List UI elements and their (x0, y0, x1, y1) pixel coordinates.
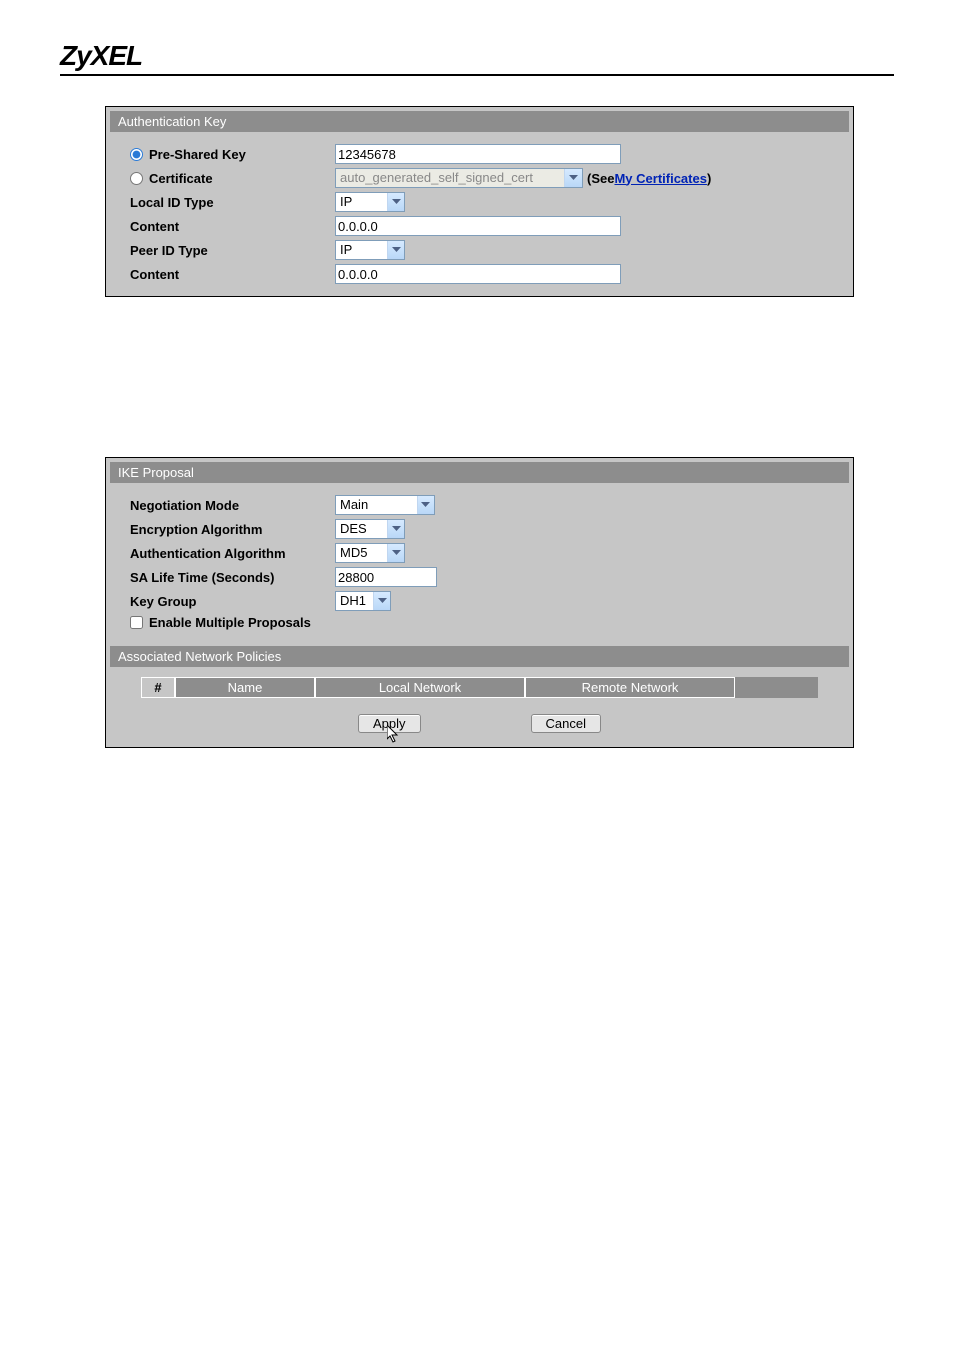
authentication-algorithm-label: Authentication Algorithm (130, 546, 335, 561)
associated-network-policies-header: Associated Network Policies (110, 646, 849, 667)
encryption-algorithm-label: Encryption Algorithm (130, 522, 335, 537)
see-my-certificates-prefix: (See (587, 171, 614, 186)
enable-multiple-proposals-label[interactable]: Enable Multiple Proposals (130, 615, 311, 630)
enable-multiple-proposals-checkbox[interactable] (130, 616, 143, 629)
local-id-type-select[interactable]: IP (335, 192, 405, 212)
local-content-label: Content (130, 219, 335, 234)
sa-life-time-label: SA Life Time (Seconds) (130, 570, 335, 585)
negotiation-mode-label: Negotiation Mode (130, 498, 335, 513)
peer-content-input[interactable] (335, 264, 621, 284)
negotiation-mode-select[interactable]: Main (335, 495, 435, 515)
authentication-algorithm-select[interactable]: MD5 (335, 543, 405, 563)
certificate-radio[interactable] (130, 172, 143, 185)
col-remote-network: Remote Network (525, 677, 735, 698)
negotiation-mode-value: Main (336, 496, 417, 514)
brand-underline (60, 74, 894, 76)
key-group-value: DH1 (336, 592, 373, 610)
chevron-down-icon (417, 496, 434, 514)
peer-id-type-select[interactable]: IP (335, 240, 405, 260)
see-my-certificates-suffix: ) (707, 171, 711, 186)
enable-multiple-proposals-text: Enable Multiple Proposals (149, 615, 311, 630)
encryption-algorithm-value: DES (336, 520, 387, 538)
key-group-select[interactable]: DH1 (335, 591, 391, 611)
ike-proposal-panel: IKE Proposal Negotiation Mode Main Encry… (105, 457, 854, 748)
cancel-button[interactable]: Cancel (531, 714, 601, 733)
col-num: # (141, 677, 175, 698)
pre-shared-key-radio[interactable] (130, 148, 143, 161)
policies-table-header: # Name Local Network Remote Network (141, 677, 818, 698)
brand-logo: ZyXEL (60, 40, 894, 74)
authentication-key-panel: Authentication Key Pre-Shared Key Certif… (105, 106, 854, 297)
peer-content-label: Content (130, 267, 335, 282)
authentication-key-header: Authentication Key (110, 111, 849, 132)
peer-id-type-label: Peer ID Type (130, 243, 335, 258)
local-id-type-label: Local ID Type (130, 195, 335, 210)
pre-shared-key-radio-label[interactable]: Pre-Shared Key (130, 147, 335, 162)
col-name: Name (175, 677, 315, 698)
apply-button[interactable]: Apply (358, 714, 421, 733)
chevron-down-icon (387, 520, 404, 538)
certificate-radio-label[interactable]: Certificate (130, 171, 335, 186)
sa-life-time-input[interactable] (335, 567, 437, 587)
encryption-algorithm-select[interactable]: DES (335, 519, 405, 539)
my-certificates-link[interactable]: My Certificates (614, 171, 706, 186)
chevron-down-icon (564, 169, 582, 187)
pre-shared-key-input[interactable] (335, 144, 621, 164)
cancel-button-label: Cancel (546, 716, 586, 731)
authentication-algorithm-value: MD5 (336, 544, 387, 562)
certificate-select-value: auto_generated_self_signed_cert (336, 169, 564, 187)
certificate-label-text: Certificate (149, 171, 213, 186)
key-group-label: Key Group (130, 594, 335, 609)
local-content-input[interactable] (335, 216, 621, 236)
certificate-select: auto_generated_self_signed_cert (335, 168, 583, 188)
chevron-down-icon (387, 193, 404, 211)
chevron-down-icon (387, 544, 404, 562)
pre-shared-key-label-text: Pre-Shared Key (149, 147, 246, 162)
chevron-down-icon (373, 592, 390, 610)
chevron-down-icon (387, 241, 404, 259)
ike-proposal-header: IKE Proposal (110, 462, 849, 483)
col-local-network: Local Network (315, 677, 525, 698)
peer-id-type-value: IP (336, 241, 387, 259)
apply-button-label: Apply (373, 716, 406, 731)
local-id-type-value: IP (336, 193, 387, 211)
